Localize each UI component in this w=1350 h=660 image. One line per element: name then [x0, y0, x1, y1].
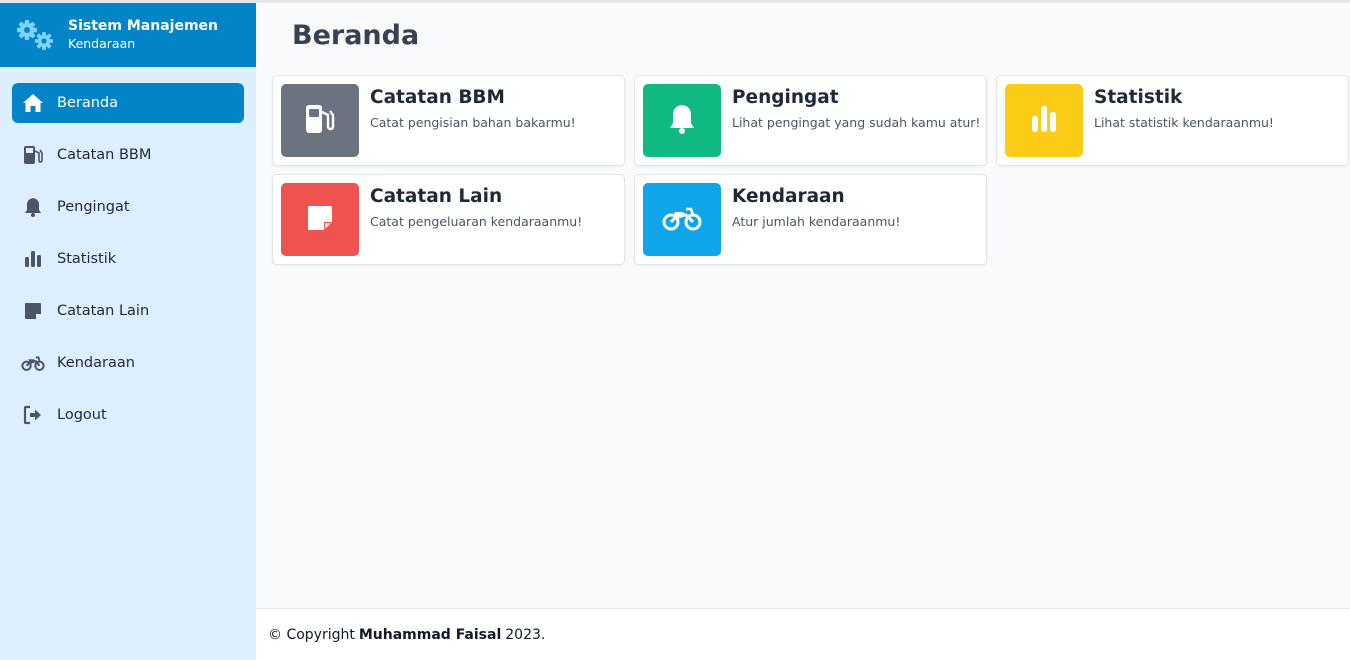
card-title: Statistik — [1094, 87, 1183, 108]
card-title: Kendaraan — [732, 186, 845, 207]
sidebar-item-pengingat[interactable]: Pengingat — [12, 187, 244, 227]
card-description: Lihat pengingat yang sudah kamu atur! — [732, 115, 981, 130]
card-description: Atur jumlah kendaraanmu! — [732, 214, 901, 229]
sidebar-item-label: Statistik — [57, 251, 117, 267]
sidebar-item-beranda[interactable]: Beranda — [12, 83, 244, 123]
card-title: Pengingat — [732, 87, 839, 108]
card-catatan-lain[interactable]: Catatan Lain Catat pengeluaran kendaraan… — [272, 174, 625, 265]
note-icon — [21, 299, 45, 323]
card-description: Lihat statistik kendaraanmu! — [1094, 115, 1274, 130]
motorcycle-icon — [21, 351, 45, 375]
card-title: Catatan Lain — [370, 186, 503, 207]
card-catatan-bbm[interactable]: Catatan BBM Catat pengisian bahan bakarm… — [272, 75, 625, 166]
sidebar-item-label: Catatan Lain — [57, 303, 150, 319]
sidebar-item-label: Logout — [57, 407, 107, 423]
card-tile — [281, 183, 359, 256]
brand-subtitle: Kendaraan — [68, 36, 136, 51]
card-tile — [281, 84, 359, 157]
copyright-author: Muhammad Faisal — [358, 626, 502, 643]
sidebar: Sistem Manajemen Kendaraan Beranda Catat… — [0, 3, 256, 660]
sidebar-item-logout[interactable]: Logout — [12, 395, 244, 435]
card-title: Catatan BBM — [370, 87, 505, 108]
card-kendaraan[interactable]: Kendaraan Atur jumlah kendaraanmu! — [634, 174, 987, 265]
gas-pump-icon — [21, 143, 45, 167]
main-content: Beranda Catatan BBM Catat pengisian baha… — [256, 3, 1350, 608]
sidebar-item-label: Pengingat — [57, 199, 130, 215]
home-icon — [21, 91, 45, 115]
card-description: Catat pengisian bahan bakarmu! — [370, 115, 576, 130]
card-statistik[interactable]: Statistik Lihat statistik kendaraanmu! — [996, 75, 1349, 166]
card-tile — [643, 183, 721, 256]
sidebar-item-label: Kendaraan — [57, 355, 135, 371]
page-title: Beranda — [292, 20, 420, 51]
logout-icon — [21, 403, 45, 427]
sidebar-item-label: Catatan BBM — [57, 147, 152, 163]
gas-pump-icon — [303, 103, 337, 139]
sidebar-item-statistik[interactable]: Statistik — [12, 239, 244, 279]
gears-icon — [14, 17, 56, 53]
card-tile — [1005, 84, 1083, 157]
bar-chart-icon — [1029, 104, 1059, 138]
note-icon — [305, 203, 335, 237]
sidebar-item-kendaraan[interactable]: Kendaraan — [12, 343, 244, 383]
sidebar-item-catatan-bbm[interactable]: Catatan BBM — [12, 135, 244, 175]
sidebar-item-label: Beranda — [57, 95, 118, 111]
copyright-prefix: © Copyright — [268, 626, 355, 643]
card-pengingat[interactable]: Pengingat Lihat pengingat yang sudah kam… — [634, 75, 987, 166]
bell-icon — [21, 195, 45, 219]
copyright-year: 2023. — [505, 626, 546, 643]
bar-chart-icon — [21, 247, 45, 271]
footer: © Copyright Muhammad Faisal 2023. — [256, 608, 1350, 660]
sidebar-item-catatan-lain[interactable]: Catatan Lain — [12, 291, 244, 331]
motorcycle-icon — [662, 204, 702, 236]
bell-icon — [667, 103, 697, 139]
card-tile — [643, 84, 721, 157]
brand-header[interactable]: Sistem Manajemen Kendaraan — [0, 3, 256, 67]
card-description: Catat pengeluaran kendaraanmu! — [370, 214, 583, 229]
brand-title: Sistem Manajemen — [68, 18, 219, 34]
sidebar-nav: Beranda Catatan BBM Pengingat Statistik … — [0, 83, 256, 435]
